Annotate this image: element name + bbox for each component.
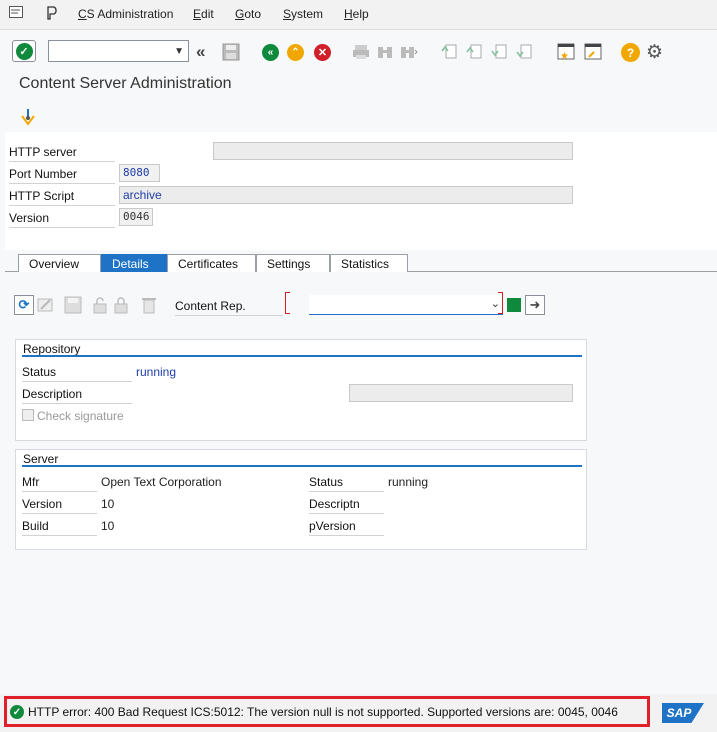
repository-description-field[interactable] bbox=[349, 384, 573, 402]
execute-button[interactable]: ➜ bbox=[525, 295, 545, 315]
check-icon: ✓ bbox=[15, 42, 33, 60]
menu-cs-administration[interactable]: CS Administration bbox=[78, 7, 173, 21]
refresh-icon: ⟳ bbox=[18, 297, 30, 312]
port-number-field[interactable]: 8080 bbox=[119, 164, 160, 182]
required-left-bracket bbox=[285, 292, 290, 314]
required-right-bracket bbox=[498, 292, 503, 314]
refresh-button[interactable]: ⟳ bbox=[14, 295, 34, 315]
server-pversion-label: pVersion bbox=[309, 519, 384, 536]
edit-icon[interactable] bbox=[37, 296, 55, 317]
help-icon[interactable]: ? bbox=[621, 43, 640, 62]
menu-help[interactable]: Help bbox=[344, 7, 369, 21]
gear-icon[interactable]: ⚙ bbox=[646, 41, 663, 64]
command-field[interactable]: ▼ bbox=[48, 40, 189, 62]
chevron-down-icon: ▼ bbox=[174, 45, 184, 57]
check-signature-label: Check signature bbox=[37, 409, 124, 423]
tab-certificates[interactable]: Certificates bbox=[167, 254, 256, 272]
page-title: Content Server Administration bbox=[19, 75, 232, 92]
exit-icon[interactable] bbox=[47, 6, 59, 23]
menu-system[interactable]: System bbox=[283, 7, 323, 21]
server-status-label: Status bbox=[309, 475, 384, 492]
unlock-icon[interactable] bbox=[112, 296, 130, 317]
cancel-icon[interactable]: ✕ bbox=[314, 44, 331, 61]
http-script-label: HTTP Script bbox=[9, 189, 115, 206]
content-rep-dropdown[interactable]: ⌄ bbox=[309, 295, 503, 315]
tab-details[interactable]: Details bbox=[101, 254, 167, 272]
success-check-icon: ✓ bbox=[10, 705, 24, 719]
last-page-icon[interactable] bbox=[515, 43, 533, 61]
http-server-label: HTTP server bbox=[9, 145, 115, 162]
shortcut-icon[interactable] bbox=[583, 42, 603, 62]
status-message[interactable]: HTTP error: 400 Bad Request ICS:5012: Th… bbox=[28, 705, 618, 719]
repository-group-title: Repository bbox=[23, 342, 81, 356]
toolbar: ✓ ▼ « « ⌃ ✕ ★ ? ⚙ bbox=[0, 30, 717, 70]
tab-statistics[interactable]: Statistics bbox=[330, 254, 408, 272]
menu-bar: CS Administration Edit Goto System Help bbox=[0, 0, 717, 30]
version-field[interactable]: 0046 bbox=[119, 208, 153, 226]
tab-overview[interactable]: Overview bbox=[18, 254, 101, 272]
connection-icon[interactable] bbox=[19, 108, 37, 129]
lock-icon[interactable] bbox=[91, 296, 109, 317]
find-next-icon[interactable] bbox=[400, 44, 418, 60]
previous-page-icon[interactable] bbox=[465, 43, 483, 61]
menu-goto[interactable]: Goto bbox=[235, 7, 261, 21]
find-icon[interactable] bbox=[377, 44, 393, 60]
server-mfr-label: Mfr bbox=[22, 475, 97, 492]
back-double-arrow-icon[interactable]: « bbox=[196, 42, 205, 62]
save-details-icon[interactable] bbox=[64, 296, 82, 317]
server-status-value: running bbox=[388, 475, 429, 489]
status-light-icon bbox=[507, 298, 521, 312]
delete-icon[interactable] bbox=[140, 296, 158, 317]
server-build-value: 10 bbox=[101, 519, 115, 533]
server-build-label: Build bbox=[22, 519, 97, 536]
check-signature-checkbox[interactable] bbox=[22, 409, 34, 421]
menu-icon[interactable] bbox=[9, 6, 23, 18]
server-version-value: 10 bbox=[101, 497, 115, 511]
exit-up-icon[interactable]: ⌃ bbox=[287, 44, 304, 61]
save-icon[interactable] bbox=[222, 43, 240, 61]
server-group-line bbox=[22, 465, 582, 467]
repository-status-value: running bbox=[136, 365, 177, 379]
next-page-icon[interactable] bbox=[490, 43, 508, 61]
server-mfr-value: Open Text Corporation bbox=[101, 475, 222, 489]
repository-status-label: Status bbox=[22, 365, 132, 382]
port-number-label: Port Number bbox=[9, 167, 115, 184]
repository-description-label: Description bbox=[22, 387, 132, 404]
http-script-field[interactable]: archive bbox=[119, 186, 573, 204]
tab-settings[interactable]: Settings bbox=[256, 254, 330, 272]
version-label: Version bbox=[9, 211, 115, 228]
enter-button[interactable]: ✓ bbox=[12, 40, 36, 62]
create-session-icon[interactable]: ★ bbox=[556, 42, 576, 62]
server-descriptn-label: Descriptn bbox=[309, 497, 384, 514]
sap-logo-text: SAP bbox=[666, 706, 692, 720]
arrow-right-icon: ➜ bbox=[529, 297, 541, 312]
menu-edit[interactable]: Edit bbox=[193, 7, 214, 21]
server-version-label: Version bbox=[22, 497, 97, 514]
server-group-title: Server bbox=[23, 452, 59, 466]
http-server-field[interactable] bbox=[213, 142, 573, 160]
print-icon[interactable] bbox=[352, 44, 370, 60]
repository-group-line bbox=[22, 355, 582, 357]
back-icon[interactable]: « bbox=[262, 44, 279, 61]
content-rep-label: Content Rep. bbox=[175, 299, 283, 316]
svg-text:★: ★ bbox=[560, 51, 569, 62]
first-page-icon[interactable] bbox=[440, 43, 458, 61]
